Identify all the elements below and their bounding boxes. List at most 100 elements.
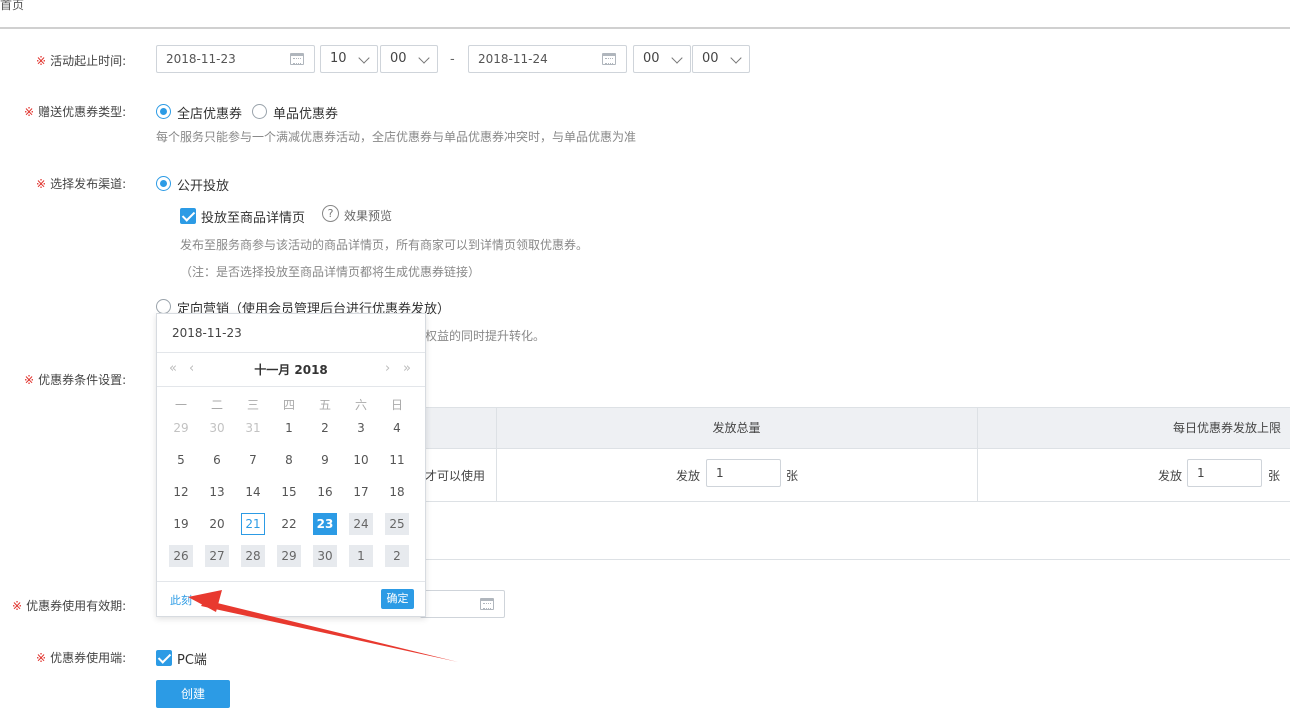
preview-link[interactable]: 效果预览 [344, 207, 392, 224]
table-row: 才可以使用 发放 1 张 发放 1 张 [425, 449, 1290, 502]
datepicker-popup: 2018-11-23 « ‹ 十一月 2018 › » 一二三四五六日 29 30… [156, 313, 426, 617]
pc-checkbox-label[interactable]: PC端 [177, 649, 207, 668]
detail-page-checkbox[interactable] [180, 208, 196, 224]
channel-label: ※ 选择发布渠道: [36, 177, 127, 191]
question-icon[interactable]: ? [322, 205, 339, 222]
calendar-day[interactable]: 22 [277, 513, 301, 535]
next-year-icon[interactable]: » [403, 361, 411, 376]
calendar-day[interactable]: 6 [205, 449, 229, 471]
calendar-day[interactable]: 8 [277, 449, 301, 471]
start-date-input[interactable]: 2018-11-23 [156, 45, 315, 73]
weekday-label: 二 [210, 398, 223, 412]
radio-single-item-label[interactable]: 单品优惠券 [273, 103, 338, 122]
table-header: 发放总量 每日优惠券发放上限 [425, 407, 1290, 449]
divider [425, 559, 1290, 560]
calendar-day[interactable]: 1 [349, 545, 373, 567]
calendar-day[interactable]: 15 [277, 481, 301, 503]
calendar-day[interactable]: 14 [241, 481, 265, 503]
daily-limit-input[interactable]: 1 [1187, 459, 1262, 487]
coupon-type-hint: 每个服务只能参与一个满减优惠券活动，全店优惠券与单品优惠券冲突时，与单品优惠为准 [156, 130, 637, 144]
radio-all-store-label[interactable]: 全店优惠券 [177, 103, 242, 122]
weekday-label: 五 [318, 398, 331, 412]
breadcrumb-home[interactable]: 首页 [0, 0, 24, 13]
col-total-header: 发放总量 [712, 421, 761, 435]
radio-public[interactable] [156, 176, 171, 191]
calendar-day[interactable]: 30 [205, 417, 229, 439]
range-dash: - [450, 52, 455, 67]
calendar-day[interactable]: 11 [385, 449, 409, 471]
weekday-label: 一 [174, 398, 187, 412]
calendar-day[interactable]: 26 [169, 545, 193, 567]
calendar-day[interactable]: 19 [169, 513, 193, 535]
calendar-day[interactable]: 18 [385, 481, 409, 503]
calendar-day[interactable]: 16 [313, 481, 337, 503]
next-month-icon[interactable]: › [385, 361, 390, 376]
end-minute-select[interactable]: 00 [692, 45, 750, 73]
create-button[interactable]: 创建 [156, 680, 230, 708]
calendar-day[interactable]: 29 [277, 545, 301, 567]
calendar-icon [290, 53, 304, 65]
total-quantity-input[interactable]: 1 [706, 459, 781, 487]
calendar-day[interactable]: 20 [205, 513, 229, 535]
daily-unit: 张 [1268, 469, 1281, 483]
calendar-day[interactable]: 24 [349, 513, 373, 535]
calendar-icon [602, 53, 616, 65]
channel-hint-1: 发布至服务商参与该活动的商品详情页，所有商家可以到详情页领取优惠券。 [180, 238, 589, 252]
now-button[interactable]: 此刻 [170, 592, 192, 608]
detail-page-checkbox-label[interactable]: 投放至商品详情页 [201, 207, 305, 226]
conditions-table: 发放总量 每日优惠券发放上限 才可以使用 发放 1 张 发放 1 张 [425, 407, 1290, 502]
calendar-day[interactable]: 2 [313, 417, 337, 439]
radio-all-store[interactable] [156, 104, 171, 119]
weekday-label: 日 [390, 398, 403, 412]
end-hour-select[interactable]: 00 [633, 45, 691, 73]
calendar-day[interactable]: 25 [385, 513, 409, 535]
validity-end-input[interactable] [420, 590, 505, 618]
start-hour-select[interactable]: 10 [320, 45, 378, 73]
calendar-day[interactable]: 10 [349, 449, 373, 471]
chevron-down-icon [730, 52, 742, 64]
col-daily-header: 每日优惠券发放上限 [1173, 421, 1282, 435]
calendar-icon [480, 598, 494, 610]
targeted-hint: 权益的同时提升转化。 [425, 329, 546, 343]
channel-hint-2: （注：是否选择投放至商品详情页都将生成优惠券链接） [180, 265, 481, 279]
top-bar: 首页 [0, 0, 1290, 29]
coupon-type-label: ※ 赠送优惠券类型: [24, 105, 127, 119]
calendar-day[interactable]: 2 [385, 545, 409, 567]
calendar-day[interactable]: 27 [205, 545, 229, 567]
radio-public-label[interactable]: 公开投放 [177, 175, 229, 194]
calendar-day[interactable]: 31 [241, 417, 265, 439]
calendar-day[interactable]: 29 [169, 417, 193, 439]
radio-single-item[interactable] [252, 104, 267, 119]
calendar-day[interactable]: 1 [277, 417, 301, 439]
activity-time-label: ※ 活动起止时间: [36, 54, 127, 68]
calendar-day[interactable]: 23 [313, 513, 337, 535]
total-unit: 张 [786, 469, 799, 483]
calendar-day[interactable]: 12 [169, 481, 193, 503]
total-issue-label: 发放 [676, 469, 701, 483]
calendar-day[interactable]: 7 [241, 449, 265, 471]
validity-label: ※ 优惠券使用有效期: [12, 599, 127, 613]
end-date-input[interactable]: 2018-11-24 [468, 45, 627, 73]
daily-issue-label: 发放 [1158, 469, 1183, 483]
calendar-day[interactable]: 5 [169, 449, 193, 471]
datepicker-current-date: 2018-11-23 [172, 326, 242, 340]
start-minute-select[interactable]: 00 [380, 45, 438, 73]
pc-checkbox[interactable] [156, 650, 172, 666]
chevron-down-icon [358, 52, 370, 64]
calendar-day[interactable]: 28 [241, 545, 265, 567]
weekday-label: 三 [246, 398, 259, 412]
calendar-day[interactable]: 17 [349, 481, 373, 503]
confirm-button[interactable]: 确定 [381, 589, 414, 609]
calendar-day[interactable]: 21 [241, 513, 265, 535]
radio-targeted[interactable] [156, 299, 171, 314]
conditions-label: ※ 优惠券条件设置: [24, 373, 127, 387]
weekday-label: 六 [354, 398, 367, 412]
calendar-day[interactable]: 4 [385, 417, 409, 439]
calendar-day[interactable]: 9 [313, 449, 337, 471]
calendar-day[interactable]: 30 [313, 545, 337, 567]
calendar-day[interactable]: 13 [205, 481, 229, 503]
weekday-label: 四 [282, 398, 295, 412]
platform-label: ※ 优惠券使用端: [36, 651, 127, 665]
row-left-cell: 才可以使用 [425, 469, 486, 483]
calendar-day[interactable]: 3 [349, 417, 373, 439]
